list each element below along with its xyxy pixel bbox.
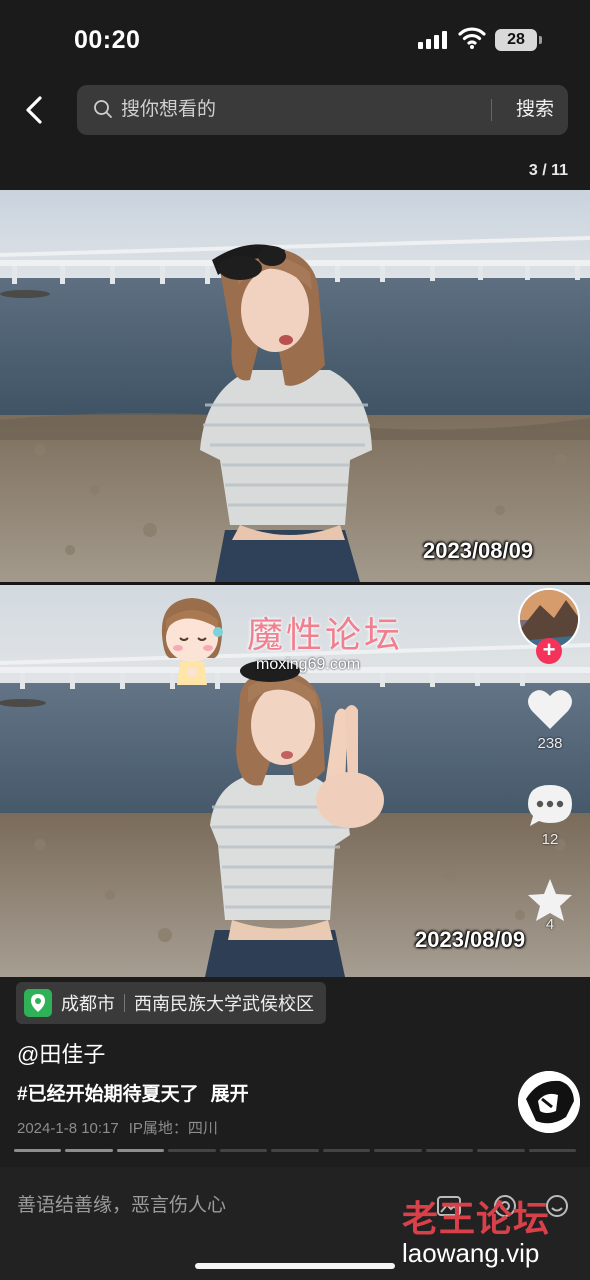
music-disc-image bbox=[518, 1071, 580, 1133]
follow-button[interactable]: + bbox=[536, 638, 562, 664]
search-button[interactable]: 搜索 bbox=[502, 85, 568, 135]
like-button[interactable]: 238 bbox=[515, 687, 585, 752]
gallery-counter-row: 3 / 11 bbox=[0, 148, 590, 190]
forum-watermark-title: 魔性论坛 bbox=[247, 615, 404, 656]
status-time: 00:20 bbox=[74, 26, 141, 54]
location-chip[interactable]: 成都市 西南民族大学武侯校区 bbox=[16, 982, 326, 1024]
ip-location: IP属地：四川 bbox=[128, 1120, 218, 1137]
location-divider bbox=[124, 994, 125, 1012]
like-count: 238 bbox=[537, 735, 563, 752]
heart-icon bbox=[528, 690, 572, 729]
post-caption: #已经开始期待夏天了 展开 bbox=[17, 1079, 249, 1106]
photo-1-date-stamp: 2023/08/09 bbox=[423, 538, 534, 563]
post-date: 2024-1-8 10:17 bbox=[17, 1120, 119, 1137]
location-city: 成都市 bbox=[61, 994, 115, 1014]
progress-segment bbox=[477, 1149, 525, 1152]
location-place: 西南民族大学武侯校区 bbox=[134, 994, 314, 1014]
progress-segment bbox=[65, 1149, 113, 1152]
location-pin-icon bbox=[24, 989, 52, 1017]
author-name[interactable]: @田佳子 bbox=[17, 1037, 105, 1069]
comment-button[interactable]: 12 bbox=[515, 783, 585, 848]
progress-segment bbox=[116, 1149, 165, 1152]
post-meta: 2024-1-8 10:17 IP属地：四川 bbox=[17, 1117, 218, 1138]
progress-segment bbox=[322, 1149, 371, 1152]
cellular-signal-icon bbox=[418, 31, 450, 49]
site-watermark-url: laowang.vip bbox=[402, 1238, 540, 1268]
progress-segment bbox=[425, 1149, 474, 1152]
back-arrow-icon[interactable] bbox=[16, 92, 52, 128]
comment-count: 12 bbox=[541, 831, 559, 848]
progress-segment bbox=[374, 1149, 422, 1152]
battery-level: 28 bbox=[507, 31, 525, 48]
photo-1[interactable]: 2023/08/09 bbox=[0, 190, 590, 582]
site-watermark-title: 老王论坛 bbox=[402, 1199, 551, 1240]
search-header: 搜索 bbox=[0, 78, 590, 148]
expand-caption-button[interactable]: 展开 bbox=[211, 1084, 249, 1105]
progress-segment bbox=[219, 1149, 268, 1152]
forum-watermark: 魔性论坛 moxing69.com bbox=[152, 590, 422, 690]
forum-watermark-url: moxing69.com bbox=[256, 656, 361, 673]
search-input[interactable] bbox=[121, 93, 481, 127]
comment-icon bbox=[528, 785, 572, 826]
gallery-progress bbox=[14, 1149, 576, 1153]
favorite-button[interactable]: 4 bbox=[515, 878, 585, 933]
comment-input[interactable] bbox=[17, 1189, 397, 1223]
status-bar: 00:20 28 bbox=[0, 0, 590, 78]
site-watermark: 老王论坛 laowang.vip bbox=[398, 1190, 588, 1276]
favorite-count: 4 bbox=[545, 916, 555, 933]
wifi-icon bbox=[458, 27, 486, 49]
battery-icon: 28 bbox=[495, 29, 542, 51]
progress-segment bbox=[271, 1149, 319, 1152]
search-divider bbox=[491, 99, 492, 121]
progress-segment bbox=[14, 1149, 62, 1152]
progress-segment bbox=[168, 1149, 216, 1152]
search-icon bbox=[94, 100, 112, 118]
page-counter: 3 / 11 bbox=[528, 162, 568, 179]
hashtag-link[interactable]: #已经开始期待夏天了 bbox=[17, 1084, 199, 1105]
progress-segment bbox=[528, 1149, 576, 1152]
home-indicator bbox=[195, 1263, 395, 1269]
search-box[interactable]: 搜索 bbox=[77, 85, 568, 135]
music-disc[interactable] bbox=[518, 1071, 580, 1133]
post-info: 成都市 西南民族大学武侯校区 @田佳子 #已经开始期待夏天了 展开 2024-1-… bbox=[0, 977, 590, 1167]
cartoon-girl-logo bbox=[161, 598, 223, 685]
photo-1-image bbox=[0, 190, 590, 582]
photo-2-date-stamp: 2023/08/09 bbox=[415, 927, 526, 952]
